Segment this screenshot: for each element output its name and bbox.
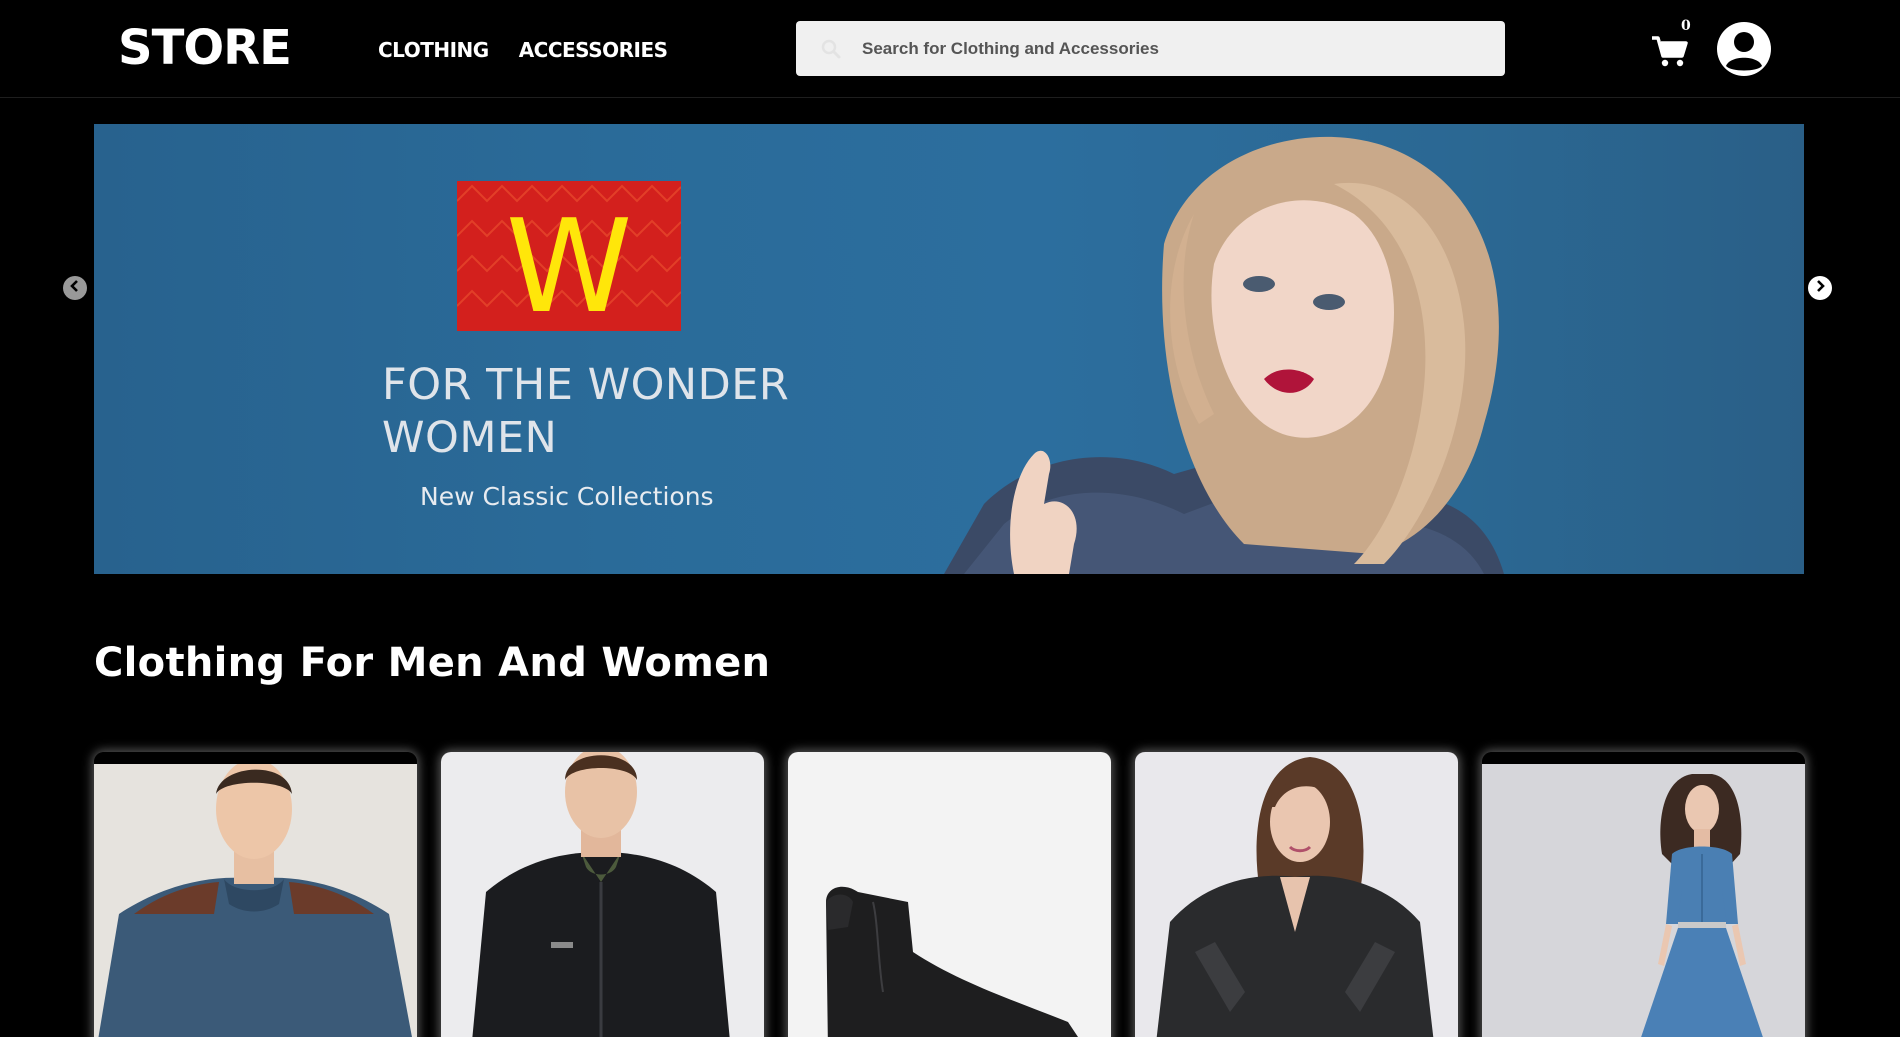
sweater-model-image — [94, 764, 417, 1037]
store-logo[interactable]: STORE — [118, 20, 292, 76]
search-input[interactable] — [862, 38, 1462, 59]
jacket-model-image — [441, 752, 764, 1037]
chevron-right-icon — [1814, 279, 1826, 297]
product-card[interactable] — [94, 752, 417, 1037]
search-icon[interactable] — [820, 38, 842, 60]
hero-banner[interactable]: W FOR THE WONDER WOMEN New Classic Colle… — [94, 124, 1804, 574]
main-nav: CLOTHING ACCESSORIES — [378, 38, 668, 62]
carousel-prev-button[interactable] — [63, 276, 87, 300]
product-card[interactable] — [788, 752, 1111, 1037]
site-header: STORE CLOTHING ACCESSORIES 0 — [0, 0, 1900, 98]
boot-image — [788, 752, 1111, 1037]
section-title: Clothing For Men And Women — [94, 640, 771, 686]
banner-title-line2: WOMEN — [382, 413, 558, 463]
banner-title: FOR THE WONDER WOMEN — [382, 359, 789, 465]
leather-jacket-model-image — [1135, 752, 1458, 1037]
cart-icon[interactable] — [1650, 30, 1690, 70]
denim-dress-model-image — [1482, 764, 1805, 1037]
product-card[interactable] — [1482, 752, 1805, 1037]
user-account-icon[interactable] — [1716, 21, 1772, 77]
w-logo-letter: W — [506, 193, 633, 331]
product-card[interactable] — [1135, 752, 1458, 1037]
banner-subtitle: New Classic Collections — [420, 482, 714, 511]
search-bar[interactable] — [796, 21, 1505, 76]
product-grid — [94, 752, 1805, 1037]
chevron-left-icon — [69, 279, 81, 297]
w-brand-logo: W — [457, 181, 681, 331]
product-card[interactable] — [441, 752, 764, 1037]
woman-model-image — [944, 136, 1504, 574]
nav-clothing[interactable]: CLOTHING — [378, 38, 489, 62]
carousel-next-button[interactable] — [1808, 276, 1832, 300]
banner-title-line1: FOR THE WONDER — [382, 360, 790, 410]
nav-accessories[interactable]: ACCESSORIES — [519, 38, 668, 62]
cart-count-badge: 0 — [1681, 18, 1691, 34]
